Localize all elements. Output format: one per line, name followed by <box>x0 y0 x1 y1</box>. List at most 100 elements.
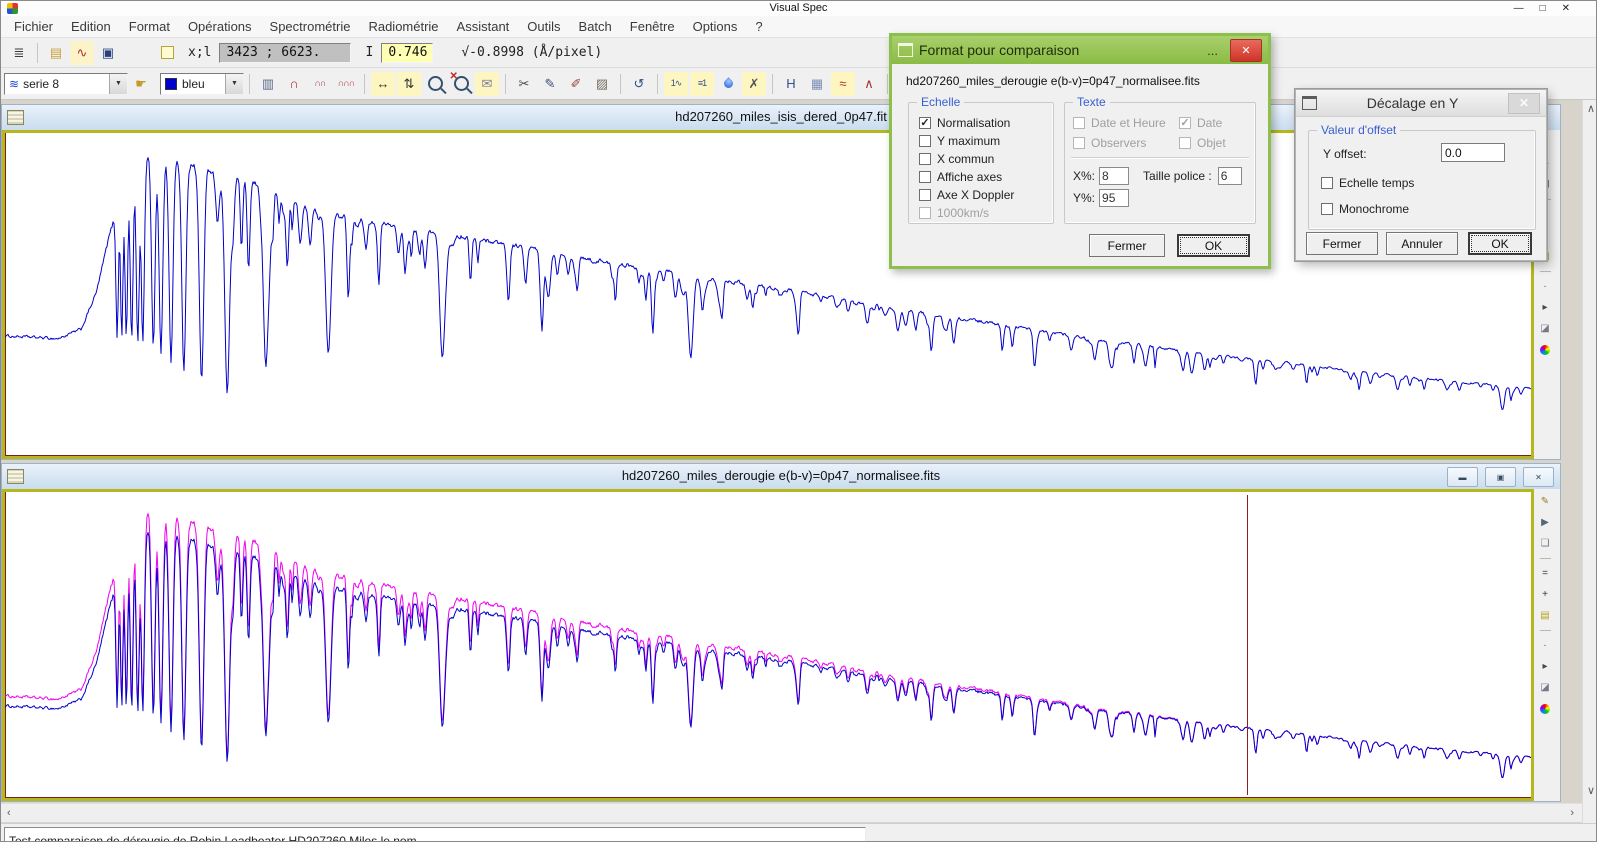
checkbox-monochrome[interactable]: Monochrome <box>1321 201 1409 217</box>
fermer-button[interactable]: Fermer <box>1089 234 1165 257</box>
menu-item-radiom-trie[interactable]: Radiométrie <box>359 17 447 36</box>
equal-icon[interactable]: = <box>1539 567 1552 580</box>
select-arrow-icon[interactable]: ▶ <box>1539 516 1552 529</box>
scroll-up-icon[interactable]: ∧ <box>1587 104 1595 115</box>
list-1-icon[interactable]: ≡1 <box>690 72 714 96</box>
ok-button[interactable]: OK <box>1177 234 1250 257</box>
shift-y-icon[interactable]: ⇅ <box>397 72 421 96</box>
checkbox-box[interactable] <box>919 135 931 147</box>
zoom-off-icon[interactable] <box>449 72 473 96</box>
menu-item-batch[interactable]: Batch <box>570 17 621 36</box>
checkbox-x-commun[interactable]: X commun <box>919 151 1014 167</box>
checkbox-y-maximum[interactable]: Y maximum <box>919 133 1014 149</box>
crosshair-icon[interactable]: + <box>1539 588 1552 601</box>
palette-icon[interactable] <box>1539 702 1552 715</box>
superpose-2-icon[interactable]: ∩∩ <box>308 72 332 96</box>
menu-item-fen-tre[interactable]: Fenêtre <box>621 17 684 36</box>
expand-icon[interactable]: ▸ <box>1539 660 1552 673</box>
continuum-icon[interactable]: ≈ <box>831 72 855 96</box>
dialog-close-button[interactable]: ✕ <box>1508 93 1540 114</box>
menu-item-spectrom-trie[interactable]: Spectrométrie <box>261 17 360 36</box>
checkbox-box[interactable] <box>1321 203 1333 215</box>
fermer-button[interactable]: Fermer <box>1306 232 1378 255</box>
font-size-input[interactable] <box>1218 167 1242 185</box>
water-drop-icon[interactable] <box>716 72 740 96</box>
color-dropdown-arrow[interactable]: ▼ <box>225 74 243 94</box>
eraser-icon[interactable]: ◪ <box>1539 322 1552 335</box>
xy-checkbox[interactable] <box>161 46 174 59</box>
open-profile-icon[interactable]: ▤ <box>44 41 68 65</box>
menu-item-op-rations[interactable]: Opérations <box>179 17 261 36</box>
maximize-button[interactable]: □ <box>1540 1 1546 16</box>
series-dropdown-arrow[interactable]: ▼ <box>109 74 127 94</box>
horizontal-scrollbar[interactable]: ‹ › <box>1 803 1582 822</box>
copy-icon[interactable]: ❏ <box>1539 537 1552 550</box>
dialog-more-button[interactable]: ... <box>1195 43 1230 58</box>
plot-area-bottom[interactable] <box>2 489 1534 801</box>
checkbox-echelle-temps[interactable]: Echelle temps <box>1321 175 1414 191</box>
elements-table-icon[interactable]: ▦ <box>805 72 829 96</box>
window-minimize-button[interactable]: ▬ <box>1447 467 1478 487</box>
properties-icon[interactable]: ≣ <box>7 41 31 65</box>
series-select[interactable]: ≋ serie 8 ▼ <box>4 73 128 95</box>
checkbox-axe-x-doppler[interactable]: Axe X Doppler <box>919 187 1014 203</box>
checkbox-affiche-axes[interactable]: Affiche axes <box>919 169 1014 185</box>
annuler-button[interactable]: Annuler <box>1386 232 1458 255</box>
offset-dialog-titlebar[interactable]: Décalage en Y ✕ <box>1296 90 1546 117</box>
window-restore-button[interactable]: ▣ <box>1485 467 1516 487</box>
ruler-icon[interactable]: ▤ <box>1539 609 1552 622</box>
normalize-1-icon[interactable]: 1∿ <box>664 72 688 96</box>
superpose-3-icon[interactable]: ∩∩∩ <box>334 72 358 96</box>
window-close-button[interactable]: ✕ <box>1523 467 1554 487</box>
brush-icon[interactable]: ▨ <box>590 72 614 96</box>
draw-pen-icon[interactable]: ✎ <box>538 72 562 96</box>
close-button[interactable]: ✕ <box>1562 1 1570 16</box>
checkbox-box[interactable] <box>919 153 931 165</box>
annotate-icon[interactable]: ✉ <box>475 72 499 96</box>
menu-item-options[interactable]: Options <box>684 17 747 36</box>
save-profile-icon[interactable]: ▣ <box>96 41 120 65</box>
checkbox-box[interactable] <box>1321 177 1333 189</box>
menu-item-assistant[interactable]: Assistant <box>448 17 519 36</box>
edit-pencil-icon[interactable]: ✎ <box>1539 495 1552 508</box>
dot-icon[interactable]: · <box>1539 280 1552 293</box>
checkbox-box[interactable] <box>919 171 931 183</box>
screen-display-icon[interactable]: ▥ <box>256 72 280 96</box>
vertical-scrollbar[interactable]: ∧ ∨ <box>1582 100 1597 823</box>
eraser-icon[interactable]: ◪ <box>1539 681 1552 694</box>
clean-icon[interactable]: ✗ <box>742 72 766 96</box>
expand-icon[interactable]: ▸ <box>1539 301 1552 314</box>
menu-item-outils[interactable]: Outils <box>518 17 569 36</box>
cut-profile-icon[interactable]: ✂ <box>512 72 536 96</box>
xy-range-field[interactable]: 3423 ; 6623. <box>219 43 351 63</box>
menu-item-edition[interactable]: Edition <box>62 17 120 36</box>
superpose-1-icon[interactable]: ∩ <box>282 72 306 96</box>
checkbox-box[interactable] <box>919 189 931 201</box>
intensity-field[interactable]: 0.746 <box>381 43 433 63</box>
pointer-hand-icon[interactable]: ☛ <box>129 72 153 96</box>
wavelength-cursor-line[interactable] <box>1247 495 1248 795</box>
minimize-button[interactable]: — <box>1514 1 1524 16</box>
scroll-left-icon[interactable]: ‹ <box>7 808 11 819</box>
ok-button[interactable]: OK <box>1468 232 1532 255</box>
checkbox-box[interactable] <box>919 117 931 129</box>
scroll-down-icon[interactable]: ∨ <box>1587 786 1595 797</box>
menu-item-format[interactable]: Format <box>120 17 179 36</box>
dialog-close-button[interactable]: ✕ <box>1230 39 1262 62</box>
pick-pen-icon[interactable]: ✐ <box>564 72 588 96</box>
edit-display-icon[interactable]: ∿ <box>70 41 94 65</box>
menu-item-fichier[interactable]: Fichier <box>5 17 62 36</box>
scroll-right-icon[interactable]: › <box>1570 808 1574 819</box>
h-lines-icon[interactable]: H <box>779 72 803 96</box>
menu-item-item[interactable]: ? <box>746 17 771 36</box>
checkbox-normalisation[interactable]: Normalisation <box>919 115 1014 131</box>
zoom-in-icon[interactable] <box>423 72 447 96</box>
format-dialog-titlebar[interactable]: Format pour comparaison ... ✕ <box>892 36 1268 64</box>
y-offset-input[interactable] <box>1441 143 1505 162</box>
dot-icon[interactable]: · <box>1539 639 1552 652</box>
gaussian-icon[interactable]: ∧ <box>857 72 881 96</box>
palette-icon[interactable] <box>1539 343 1552 356</box>
x-percent-input[interactable] <box>1099 167 1129 185</box>
color-select[interactable]: bleu ▼ <box>160 73 244 95</box>
y-percent-input[interactable] <box>1099 189 1129 207</box>
